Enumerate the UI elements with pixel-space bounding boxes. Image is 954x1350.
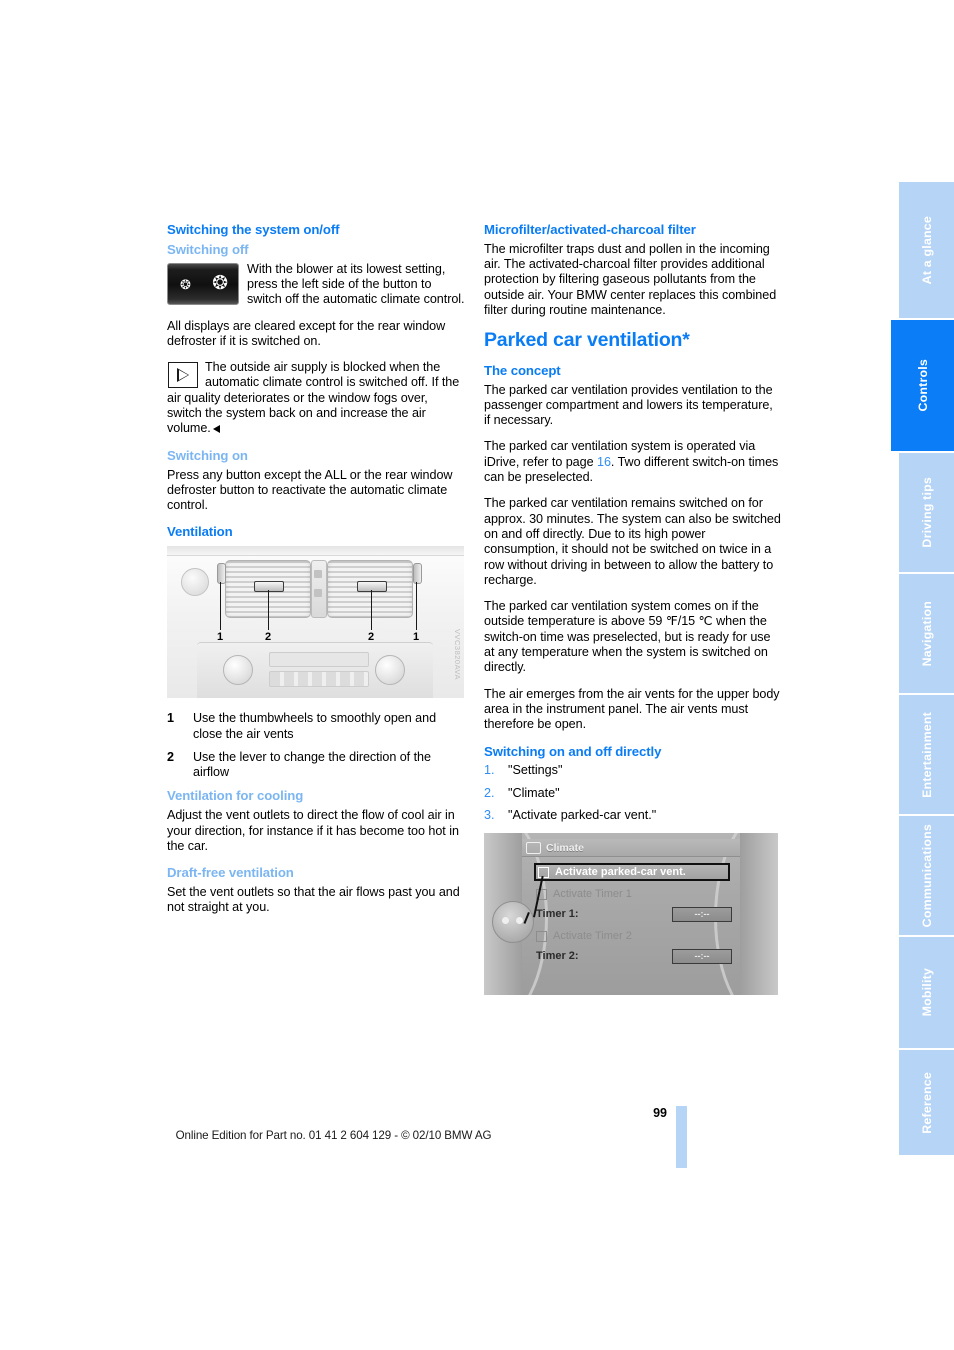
heading-microfilter: Microfilter/activated-charcoal filter <box>484 222 696 237</box>
concept-paragraph-4: The parked car ventilation system comes … <box>484 599 771 675</box>
microfilter-text: The microfilter traps dust and pollen in… <box>484 241 777 318</box>
subheading-switching-on: Switching on <box>167 447 248 463</box>
idrive-row-activate-timer-1[interactable]: Activate Timer 1 <box>536 885 732 903</box>
vent-callout-list: 1 Use the thumbwheels to smoothly open a… <box>167 711 465 780</box>
heading-ventilation: Ventilation <box>167 524 233 540</box>
step-number: 2. <box>484 785 495 800</box>
idrive-climate-menu-figure: Climate Activate parked-car vent. Activa… <box>484 833 778 996</box>
idrive-row-activate-parked-car-vent[interactable]: Activate parked-car vent. <box>534 863 730 882</box>
draft-free-text: Set the vent outlets so that the air flo… <box>167 885 460 915</box>
concept-paragraph-3: The parked car ventilation remains switc… <box>484 496 781 587</box>
tab-communications[interactable]: Communications <box>899 816 954 937</box>
speaker-grille <box>181 568 209 597</box>
tab-driving-tips[interactable]: Driving tips <box>899 453 954 574</box>
tab-mobility[interactable]: Mobility <box>899 937 954 1050</box>
thumbwheel-right <box>413 563 422 585</box>
subheading-ventilation-for-cooling: Ventilation for cooling <box>167 788 304 804</box>
right-column: Microfilter/activated-charcoal filter Th… <box>484 222 782 996</box>
idrive-row-timer-1[interactable]: Timer 1: --:-- <box>536 905 732 923</box>
climate-icon <box>526 841 541 854</box>
air-vents-figure: 1 2 2 1 VVC3820AVA <box>167 546 464 699</box>
idrive-row-timer-2[interactable]: Timer 2: --:-- <box>536 947 732 965</box>
subheading-switching-on-off-directly: Switching on and off directly <box>484 743 662 759</box>
figure-code: VVC3820AVA <box>453 629 462 681</box>
switching-on-text: Press any button except the ALL or the r… <box>167 467 453 513</box>
blower-button-icon: ❂ ❂ <box>167 262 239 305</box>
callout-number: 1 <box>167 711 175 726</box>
step-item: 1. "Settings" <box>484 763 782 778</box>
step-item: 2. "Climate" <box>484 786 782 801</box>
blower-note-block: ❂ ❂ With the blower at its lowest settin… <box>167 262 465 308</box>
page-reference-link[interactable]: 16 <box>597 455 611 469</box>
climate-console <box>197 642 433 699</box>
tab-reference[interactable]: Reference <box>899 1050 954 1157</box>
concept-paragraph-2: The parked car ventilation system is ope… <box>484 439 782 485</box>
callout-item: 1 Use the thumbwheels to smoothly open a… <box>167 711 465 742</box>
concept-paragraph-5: The air emerges from the air vents for t… <box>484 686 780 732</box>
page-number: 99 <box>653 1106 667 1120</box>
idrive-row-label: Timer 1: <box>536 908 579 921</box>
tab-controls[interactable]: Controls <box>891 320 954 453</box>
callout-text: Use the lever to change the direction of… <box>193 749 431 780</box>
heading-switching-system-on-off: Switching the system on/off <box>167 222 340 237</box>
tab-entertainment[interactable]: Entertainment <box>899 695 954 816</box>
callout-text: Use the thumbwheels to smoothly open and… <box>193 711 437 741</box>
idrive-row-label: Activate Timer 2 <box>553 930 632 943</box>
switching-steps-list: 1. "Settings" 2. "Climate" 3. "Activate … <box>484 763 782 823</box>
manual-page: Switching the system on/off Switching of… <box>0 0 954 1350</box>
note-triangle-icon <box>168 362 198 389</box>
step-number: 1. <box>484 763 495 778</box>
checkbox-icon[interactable] <box>538 866 549 878</box>
idrive-row-label: Activate Timer 1 <box>553 888 632 901</box>
left-column: Switching the system on/off Switching of… <box>167 222 465 916</box>
idrive-row-label: Activate parked-car vent. <box>555 866 686 879</box>
idrive-controller-icon <box>492 901 534 944</box>
ventilation-cooling-text: Adjust the vent outlets to direct the fl… <box>167 808 459 853</box>
callout-item: 2 Use the lever to change the direction … <box>167 750 465 781</box>
vent-center-controls <box>311 560 327 619</box>
timer-2-value[interactable]: --:-- <box>672 948 732 964</box>
step-text: "Settings" <box>508 763 563 778</box>
footer-accent-bar <box>676 1106 687 1168</box>
subheading-switching-off: Switching off <box>167 241 249 257</box>
checkbox-icon[interactable] <box>536 930 547 942</box>
concept-paragraph-1: The parked car ventilation provides vent… <box>484 382 773 428</box>
displays-cleared-text: All displays are cleared except for the … <box>167 318 446 348</box>
idrive-header-label: Climate <box>546 841 584 854</box>
chapter-tabs-sidebar: At a glance Controls Driving tips Naviga… <box>891 182 954 1157</box>
step-item: 3. "Activate parked-car vent." <box>484 808 782 823</box>
fan-small-icon: ❂ <box>180 276 191 292</box>
tab-at-a-glance[interactable]: At a glance <box>899 182 954 320</box>
footer-edition-text: Online Edition for Part no. 01 41 2 604 … <box>175 1129 492 1142</box>
page-title: Parked car ventilation* <box>484 329 690 352</box>
fan-large-icon: ❂ <box>212 272 228 294</box>
step-number: 3. <box>484 807 495 822</box>
thumbwheel-left <box>217 563 226 585</box>
outside-air-note-block: The outside air supply is blocked when t… <box>167 360 465 436</box>
blower-note-text: With the blower at its lowest setting, p… <box>247 261 465 307</box>
idrive-row-activate-timer-2[interactable]: Activate Timer 2 <box>536 927 732 945</box>
subheading-draft-free-ventilation: Draft-free ventilation <box>167 865 294 881</box>
callout-number: 2 <box>167 749 175 764</box>
note-end-marker <box>212 425 220 434</box>
outside-air-note-text: The outside air supply is blocked when t… <box>167 360 460 436</box>
step-text: "Climate" <box>508 785 560 800</box>
idrive-row-label: Timer 2: <box>536 950 579 963</box>
step-text: "Activate parked-car vent." <box>508 807 657 822</box>
idrive-header: Climate <box>522 839 740 858</box>
timer-1-value[interactable]: --:-- <box>672 906 732 922</box>
subheading-the-concept: The concept <box>484 362 561 378</box>
tab-navigation[interactable]: Navigation <box>899 574 954 695</box>
